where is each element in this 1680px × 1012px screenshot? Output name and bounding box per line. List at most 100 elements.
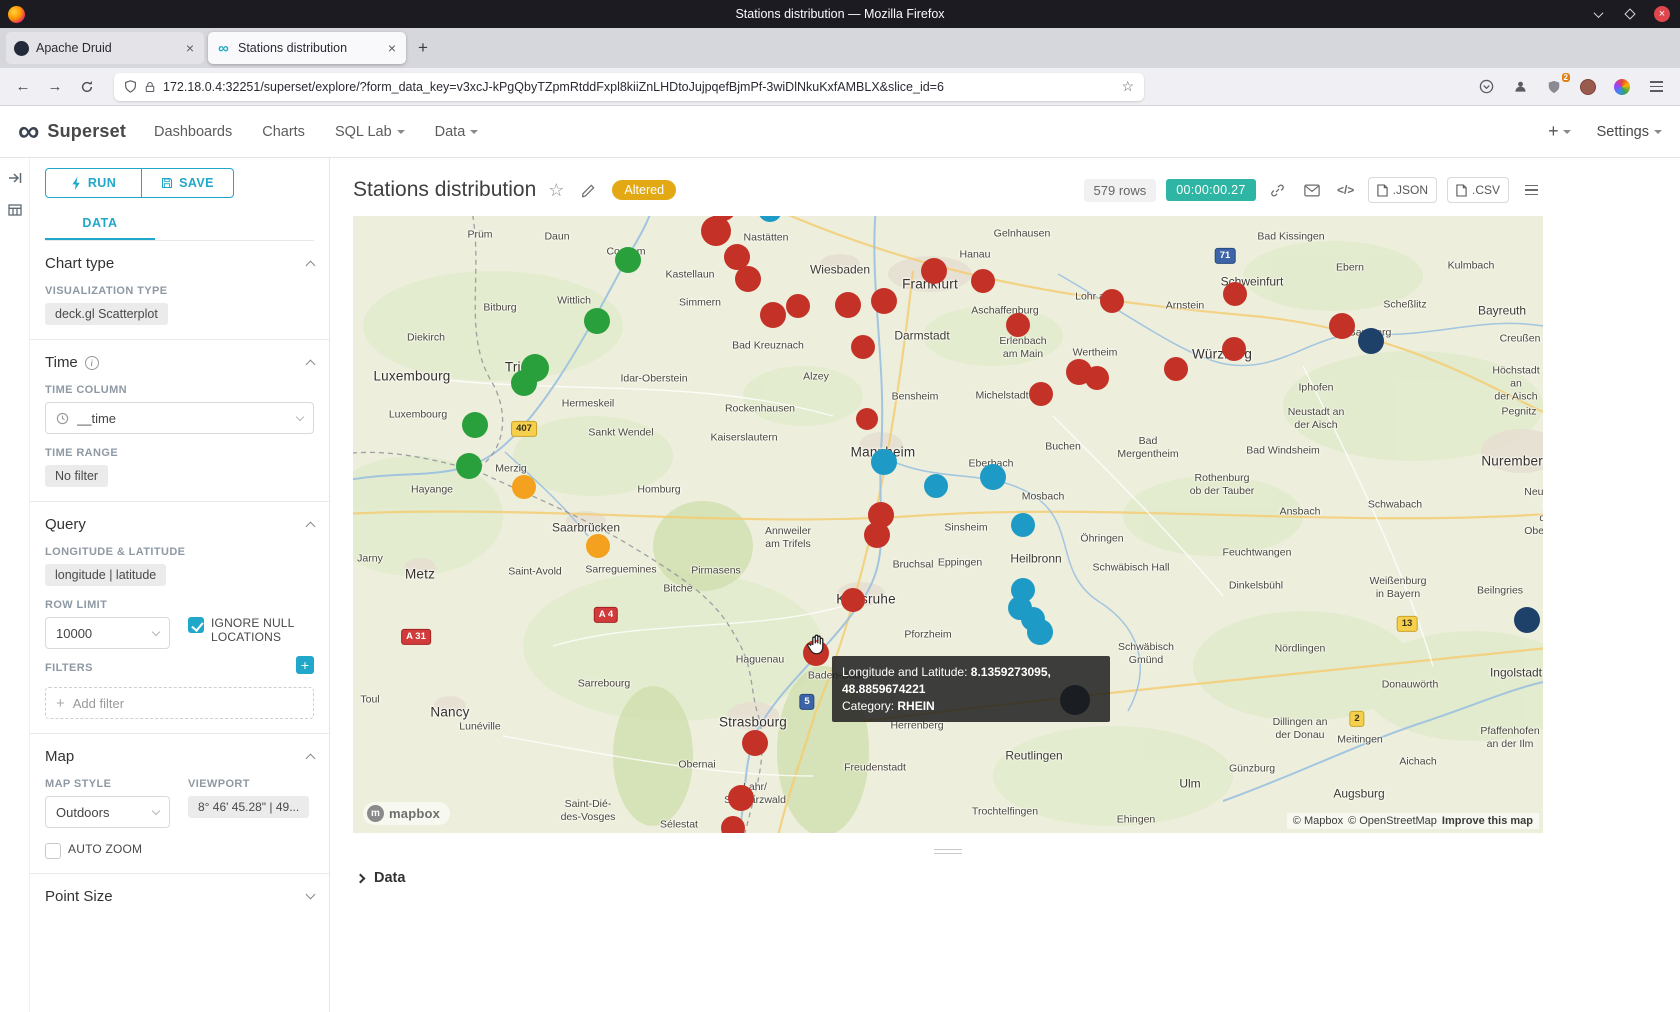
viewport-value[interactable]: 8° 46' 45.28" | 49...	[188, 796, 309, 818]
map-data-point[interactable]	[924, 474, 948, 498]
map-data-point[interactable]	[586, 534, 610, 558]
shield-icon[interactable]	[124, 80, 137, 93]
map-data-point[interactable]	[760, 302, 786, 328]
chart-menu-button[interactable]	[1519, 178, 1543, 202]
altered-badge[interactable]: Altered	[612, 180, 676, 200]
map-data-point[interactable]	[1358, 328, 1384, 354]
map-data-point[interactable]	[851, 335, 875, 359]
resize-grip[interactable]	[353, 833, 1543, 866]
embed-code-icon[interactable]: </>	[1334, 178, 1358, 202]
map-data-point[interactable]	[511, 370, 537, 396]
tab-apache-druid[interactable]: Apache Druid ×	[6, 32, 204, 64]
run-button[interactable]: RUN	[45, 168, 142, 198]
map-data-point[interactable]	[856, 408, 878, 430]
nav-item-dashboards[interactable]: Dashboards	[154, 124, 232, 140]
add-filter-box[interactable]: + Add filter	[45, 687, 314, 719]
tab-close-icon[interactable]: ×	[386, 40, 398, 56]
add-filter-plus-button[interactable]: +	[296, 656, 314, 674]
map-data-point[interactable]	[871, 288, 897, 314]
row-limit-select[interactable]: 10000	[45, 617, 170, 649]
map-data-point[interactable]	[742, 730, 768, 756]
maximize-button[interactable]	[1622, 6, 1638, 22]
map-data-point[interactable]	[980, 464, 1006, 490]
attribution-osm[interactable]: © OpenStreetMap	[1348, 815, 1437, 827]
close-button[interactable]: ×	[1654, 6, 1670, 22]
menu-button[interactable]	[1646, 77, 1666, 97]
back-button[interactable]: ←	[10, 74, 36, 100]
titlebar[interactable]: Stations distribution — Mozilla Firefox …	[0, 0, 1680, 28]
map-data-point[interactable]	[1029, 382, 1053, 406]
settings-menu[interactable]: Settings	[1597, 124, 1662, 140]
map-data-point[interactable]	[786, 294, 810, 318]
map-data-point[interactable]	[615, 247, 641, 273]
map-data-point[interactable]	[864, 522, 890, 548]
map-data-point[interactable]	[1011, 513, 1035, 537]
share-link-icon[interactable]	[1266, 178, 1290, 202]
map-data-point[interactable]	[584, 308, 610, 334]
favorite-star-icon[interactable]: ☆	[548, 180, 564, 201]
lonlat-value[interactable]: longitude | latitude	[45, 564, 166, 586]
minimize-button[interactable]	[1590, 6, 1606, 22]
section-map-header[interactable]: Map	[45, 748, 314, 765]
save-button[interactable]: SAVE	[141, 168, 234, 198]
map-data-point[interactable]	[1329, 313, 1355, 339]
tab-close-icon[interactable]: ×	[184, 40, 196, 56]
map-data-point[interactable]	[728, 785, 754, 811]
url-bar[interactable]: 172.18.0.4:32251/superset/explore/?form_…	[114, 73, 1144, 101]
map-data-point[interactable]	[1100, 289, 1124, 313]
map-data-point[interactable]	[971, 269, 995, 293]
bookmark-star-icon[interactable]: ☆	[1121, 78, 1134, 95]
ignore-null-checkbox-row[interactable]: IGNORE NULL LOCATIONS	[188, 616, 313, 644]
map-data-point[interactable]	[1085, 366, 1109, 390]
map-data-point[interactable]	[1006, 313, 1030, 337]
time-column-select[interactable]: __time	[45, 402, 314, 434]
url-text[interactable]: 172.18.0.4:32251/superset/explore/?form_…	[163, 80, 1114, 94]
tab-data[interactable]: DATA	[45, 208, 155, 240]
lock-icon[interactable]	[144, 81, 156, 93]
checkbox-unchecked-icon[interactable]	[45, 843, 61, 859]
map-data-point[interactable]	[735, 266, 761, 292]
forward-button[interactable]: →	[42, 74, 68, 100]
map-data-point[interactable]	[1514, 607, 1540, 633]
pocket-icon[interactable]	[1476, 77, 1496, 97]
map-data-point[interactable]	[462, 412, 488, 438]
mapbox-logo[interactable]: m mapbox	[363, 802, 450, 825]
map-data-point[interactable]	[1164, 357, 1188, 381]
expand-panel-icon[interactable]	[7, 170, 23, 186]
dataset-grid-icon[interactable]	[7, 202, 23, 218]
reload-button[interactable]	[74, 74, 100, 100]
map-data-point[interactable]	[1027, 619, 1053, 645]
map-data-point[interactable]	[871, 449, 897, 475]
section-point-size-header[interactable]: Point Size	[45, 888, 314, 905]
tab-stations-distribution[interactable]: ∞ Stations distribution ×	[208, 32, 406, 64]
nav-item-data[interactable]: Data	[435, 124, 479, 140]
map-canvas[interactable]: Longitude and Latitude: 8.1359273095, 48…	[353, 216, 1543, 833]
map-data-point[interactable]	[1223, 282, 1247, 306]
map-data-point[interactable]	[721, 816, 745, 833]
export-json-button[interactable]: .JSON	[1368, 177, 1437, 203]
avatar-extension-icon[interactable]	[1578, 77, 1598, 97]
time-range-value[interactable]: No filter	[45, 465, 108, 487]
export-csv-button[interactable]: .CSV	[1447, 177, 1509, 203]
pinwheel-extension-icon[interactable]	[1612, 77, 1632, 97]
map-data-point[interactable]	[921, 258, 947, 284]
data-panel-toggle[interactable]: Data	[353, 866, 1543, 886]
section-query-header[interactable]: Query	[45, 516, 314, 533]
auto-zoom-checkbox-row[interactable]: AUTO ZOOM	[45, 842, 170, 859]
extension-badge-icon[interactable]: 2	[1544, 77, 1564, 97]
attribution-improve-link[interactable]: Improve this map	[1442, 815, 1533, 827]
map-data-point[interactable]	[835, 292, 861, 318]
section-time-header[interactable]: Timei	[45, 354, 314, 371]
attribution-mapbox[interactable]: © Mapbox	[1293, 815, 1343, 827]
nav-item-sql-lab[interactable]: SQL Lab	[335, 124, 405, 140]
viz-type-value[interactable]: deck.gl Scatterplot	[45, 303, 168, 325]
map-data-point[interactable]	[512, 475, 536, 499]
map-style-select[interactable]: Outdoors	[45, 796, 170, 828]
account-icon[interactable]	[1510, 77, 1530, 97]
map-data-point[interactable]	[841, 588, 865, 612]
superset-brand[interactable]: ∞ Superset	[18, 117, 126, 147]
section-chart-type-header[interactable]: Chart type	[45, 255, 314, 272]
checkbox-checked-icon[interactable]	[188, 617, 204, 633]
email-icon[interactable]	[1300, 178, 1324, 202]
new-tab-button[interactable]: +	[410, 35, 436, 61]
